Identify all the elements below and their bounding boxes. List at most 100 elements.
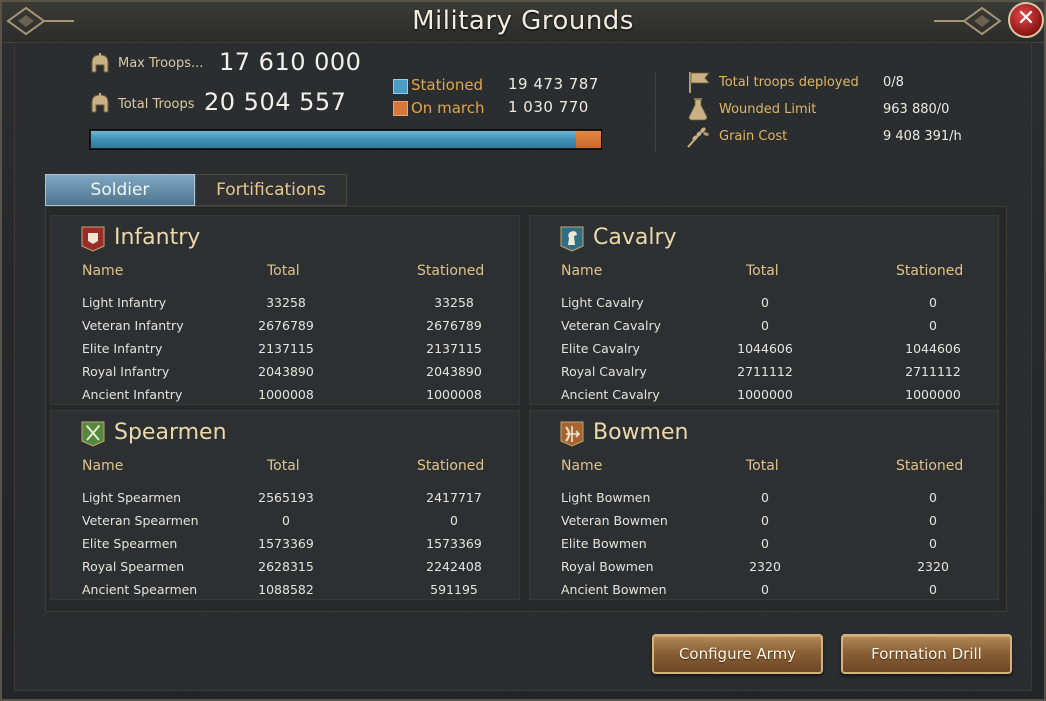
header-divider <box>655 72 656 152</box>
spearmen-row-3-name: Royal Spearmen <box>82 559 185 574</box>
bowmen-row-4-name: Ancient Bowmen <box>561 582 667 597</box>
bowmen-title: Bowmen <box>593 420 689 445</box>
cavalry-panel: Cavalry Name Total Stationed Light Caval… <box>529 215 999 405</box>
troops-helmet-icon <box>91 53 109 73</box>
spearmen-row-4-total: 1088582 <box>258 582 314 597</box>
cavalry-row-1-total: 0 <box>761 318 769 333</box>
on-march-legend-value: 1 030 770 <box>508 98 589 116</box>
progress-on-march-fill <box>576 131 601 148</box>
grain-cost-label: Grain Cost <box>719 129 788 144</box>
infantry-row-3-total: 2043890 <box>258 364 314 379</box>
spearmen-row-4-stationed: 591195 <box>430 582 478 597</box>
infantry-row-3-stationed: 2043890 <box>426 364 482 379</box>
right-ornament-icon <box>934 6 1002 36</box>
stationed-legend-swatch <box>393 79 408 94</box>
cavalry-row-3-stationed: 2711112 <box>905 364 961 379</box>
cavalry-row-4-total: 1000000 <box>737 387 793 402</box>
bowmen-row-0-stationed: 0 <box>929 490 937 505</box>
infantry-col-total: Total <box>267 263 300 279</box>
bowmen-col-name: Name <box>561 458 603 474</box>
bowmen-row-0-name: Light Bowmen <box>561 490 651 505</box>
spearmen-col-name: Name <box>82 458 124 474</box>
spearmen-panel: Spearmen Name Total Stationed Light Spea… <box>50 410 520 600</box>
infantry-row-0-stationed: 33258 <box>434 295 474 310</box>
window-title: Military Grounds <box>412 6 634 36</box>
infantry-row-2-stationed: 2137115 <box>426 341 482 356</box>
spearmen-row-2-name: Elite Spearmen <box>82 536 178 551</box>
cavalry-row-0-stationed: 0 <box>929 295 937 310</box>
total-troops-label: Total Troops <box>118 97 195 112</box>
bowmen-row-0-total: 0 <box>761 490 769 505</box>
infantry-row-3-name: Royal Infantry <box>82 364 170 379</box>
infantry-row-2-total: 2137115 <box>258 341 314 356</box>
bowmen-col-total: Total <box>746 458 779 474</box>
deployed-label: Total troops deployed <box>719 75 859 90</box>
cavalry-row-1-name: Veteran Cavalry <box>561 318 662 333</box>
troops-progress-bar <box>89 129 602 150</box>
cavalry-row-4-stationed: 1000000 <box>905 387 961 402</box>
infantry-row-1-total: 2676789 <box>258 318 314 333</box>
shield-icon <box>81 226 105 252</box>
spearmen-row-0-stationed: 2417717 <box>426 490 482 505</box>
cavalry-col-name: Name <box>561 263 603 279</box>
bowmen-row-1-stationed: 0 <box>929 513 937 528</box>
on-march-legend-swatch <box>393 101 408 116</box>
crossed-spears-icon <box>81 421 105 447</box>
bowmen-panel: Bowmen Name Total Stationed Light Bowmen… <box>529 410 999 600</box>
cavalry-title: Cavalry <box>593 225 677 250</box>
infantry-col-stationed: Stationed <box>417 263 485 279</box>
tab-fortifications[interactable]: Fortifications <box>195 174 347 206</box>
bowmen-row-2-total: 0 <box>761 536 769 551</box>
tab-soldier[interactable]: Soldier <box>45 174 195 206</box>
grain-cost-value: 9 408 391/h <box>883 129 962 144</box>
bowmen-row-1-name: Veteran Bowmen <box>561 513 668 528</box>
infantry-row-4-stationed: 1000008 <box>426 387 482 402</box>
bowmen-row-4-stationed: 0 <box>929 582 937 597</box>
cavalry-row-0-total: 0 <box>761 295 769 310</box>
bowmen-row-1-total: 0 <box>761 513 769 528</box>
infantry-row-1-name: Veteran Infantry <box>82 318 184 333</box>
on-march-legend-label: On march <box>411 99 485 117</box>
spearmen-row-0-total: 2565193 <box>258 490 314 505</box>
cavalry-row-2-total: 1044606 <box>737 341 793 356</box>
stationed-legend-value: 19 473 787 <box>508 75 599 93</box>
bow-icon <box>560 421 584 447</box>
spearmen-row-1-stationed: 0 <box>450 513 458 528</box>
spearmen-row-1-name: Veteran Spearmen <box>82 513 199 528</box>
bowmen-row-2-name: Elite Bowmen <box>561 536 647 551</box>
cavalry-col-stationed: Stationed <box>896 263 964 279</box>
spearmen-row-4-name: Ancient Spearmen <box>82 582 198 597</box>
infantry-row-0-name: Light Infantry <box>82 295 167 310</box>
infantry-row-4-name: Ancient Infantry <box>82 387 183 402</box>
spearmen-title: Spearmen <box>114 420 227 445</box>
cavalry-row-3-name: Royal Cavalry <box>561 364 647 379</box>
spearmen-row-1-total: 0 <box>282 513 290 528</box>
infantry-row-4-total: 1000008 <box>258 387 314 402</box>
spearmen-col-stationed: Stationed <box>417 458 485 474</box>
progress-stationed-fill <box>91 131 576 148</box>
bowmen-row-3-name: Royal Bowmen <box>561 559 654 574</box>
formation-drill-button[interactable]: Formation Drill <box>841 634 1012 674</box>
total-troops-helmet-icon <box>91 93 109 113</box>
max-troops-label: Max Troops... <box>118 56 204 71</box>
infantry-row-0-total: 33258 <box>266 295 306 310</box>
cavalry-row-3-total: 2711112 <box>737 364 793 379</box>
spearmen-col-total: Total <box>267 458 300 474</box>
military-grounds-window: Military Grounds ✕ Max Troops... 17 610 … <box>0 0 1046 701</box>
spearmen-row-3-stationed: 2242408 <box>426 559 482 574</box>
horse-icon <box>560 226 584 252</box>
spearmen-row-3-total: 2628315 <box>258 559 314 574</box>
bowmen-row-3-stationed: 2320 <box>917 559 949 574</box>
potion-icon <box>688 98 708 121</box>
cavalry-row-2-stationed: 1044606 <box>905 341 961 356</box>
cavalry-row-1-stationed: 0 <box>929 318 937 333</box>
cavalry-row-0-name: Light Cavalry <box>561 295 644 310</box>
cavalry-row-4-name: Ancient Cavalry <box>561 387 660 402</box>
cavalry-row-2-name: Elite Cavalry <box>561 341 640 356</box>
infantry-panel: Infantry Name Total Stationed Light Infa… <box>50 215 520 405</box>
close-button[interactable]: ✕ <box>1008 2 1044 38</box>
infantry-title: Infantry <box>114 225 201 250</box>
spearmen-row-2-total: 1573369 <box>258 536 314 551</box>
configure-army-button[interactable]: Configure Army <box>652 634 823 674</box>
bowmen-row-4-total: 0 <box>761 582 769 597</box>
